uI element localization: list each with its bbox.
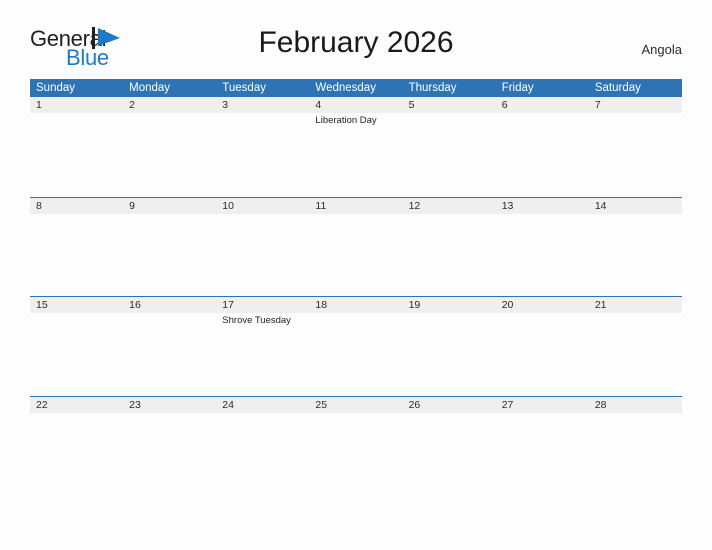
day-number[interactable]: 27 <box>496 397 589 413</box>
day-number[interactable]: 4 <box>309 97 402 113</box>
day-event-band <box>30 214 682 296</box>
day-cell[interactable] <box>30 214 123 296</box>
day-number[interactable]: 10 <box>216 198 309 214</box>
calendar-week-row: 22 23 24 25 26 27 28 <box>30 395 682 496</box>
day-cell[interactable] <box>589 413 682 495</box>
day-cell[interactable] <box>309 413 402 495</box>
calendar-grid: Sunday Monday Tuesday Wednesday Thursday… <box>30 79 682 495</box>
day-cell[interactable] <box>496 413 589 495</box>
weekday-header-row: Sunday Monday Tuesday Wednesday Thursday… <box>30 79 682 97</box>
day-number[interactable]: 6 <box>496 97 589 113</box>
day-number[interactable]: 2 <box>123 97 216 113</box>
page-header: General Blue February 2026 Angola <box>0 0 712 70</box>
day-cell[interactable] <box>123 214 216 296</box>
day-event: Shrove Tuesday <box>222 315 291 327</box>
day-cell[interactable] <box>403 214 496 296</box>
weekday-sunday: Sunday <box>36 82 76 94</box>
day-number-band: 1234567 <box>30 97 682 113</box>
day-number[interactable]: 18 <box>309 297 402 313</box>
day-number[interactable]: 26 <box>403 397 496 413</box>
day-cell[interactable] <box>123 313 216 395</box>
day-number[interactable]: 16 <box>123 297 216 313</box>
day-cell[interactable] <box>589 113 682 195</box>
day-number[interactable]: 14 <box>589 198 682 214</box>
weekday-wednesday: Wednesday <box>315 82 376 94</box>
day-cell[interactable]: Liberation Day <box>309 113 402 195</box>
day-number-band: 15 16 17 18 19 20 21 <box>30 297 682 314</box>
day-number[interactable]: 25 <box>309 397 402 413</box>
region-label: Angola <box>641 42 682 57</box>
day-number[interactable]: 23 <box>123 397 216 413</box>
day-cell[interactable] <box>216 413 309 495</box>
day-cell[interactable] <box>403 113 496 195</box>
day-number[interactable]: 3 <box>216 97 309 113</box>
day-number[interactable]: 9 <box>123 198 216 214</box>
day-number[interactable]: 5 <box>403 97 496 113</box>
day-number[interactable]: 19 <box>403 297 496 313</box>
day-number-band: 8 9 10 11 12 13 14 <box>30 197 682 214</box>
day-cell[interactable] <box>496 214 589 296</box>
day-cell[interactable] <box>403 413 496 495</box>
day-number[interactable]: 15 <box>30 297 123 313</box>
weekday-tuesday: Tuesday <box>222 82 266 94</box>
day-number[interactable]: 24 <box>216 397 309 413</box>
day-cell[interactable] <box>309 313 402 395</box>
day-number[interactable]: 22 <box>30 397 123 413</box>
day-number[interactable]: 21 <box>589 297 682 313</box>
day-number[interactable]: 20 <box>496 297 589 313</box>
day-event-band: Shrove Tuesday <box>30 313 682 395</box>
day-event: Liberation Day <box>315 115 377 126</box>
day-cell[interactable] <box>309 214 402 296</box>
calendar-week-row: 1 2 3 4 5 6 7 Liberation Day <box>30 97 682 197</box>
page-title: February 2026 <box>258 26 454 59</box>
calendar-page: General Blue February 2026 Angola Sunday… <box>0 0 712 550</box>
day-cell[interactable] <box>403 313 496 395</box>
weekday-friday: Friday <box>501 82 534 94</box>
day-number[interactable]: 7 <box>589 97 682 113</box>
day-number[interactable]: 8 <box>30 198 123 214</box>
weekday-saturday: Saturday <box>594 82 641 94</box>
calendar-weeks: 1 2 3 4 5 6 7 Liberation Day 8 9 10 11 12 13 14 15 16 17 1… <box>30 97 682 495</box>
day-event-band <box>30 413 682 495</box>
day-cell[interactable] <box>123 413 216 495</box>
day-cell[interactable] <box>589 313 682 395</box>
day-cell[interactable] <box>30 413 123 495</box>
weekday-thursday: Thursday <box>408 82 457 94</box>
day-cell[interactable] <box>30 113 123 195</box>
day-cell[interactable] <box>589 214 682 296</box>
calendar-week-row: 15 16 17 18 19 20 21 Shrove Tuesday <box>30 296 682 396</box>
day-cell[interactable]: Shrove Tuesday <box>216 313 309 395</box>
day-number-band: 22 23 24 25 26 27 28 <box>30 396 682 413</box>
day-cell[interactable] <box>123 113 216 195</box>
day-cell[interactable] <box>216 113 309 195</box>
day-cell[interactable] <box>496 313 589 395</box>
day-cell[interactable] <box>496 113 589 195</box>
day-number[interactable]: 1 <box>30 97 123 113</box>
day-cell[interactable] <box>216 214 309 296</box>
day-cell[interactable] <box>30 313 123 395</box>
day-number[interactable]: 17 <box>216 297 309 313</box>
day-number[interactable]: 12 <box>403 198 496 214</box>
day-number[interactable]: 13 <box>496 198 589 214</box>
day-event-band: Liberation Day <box>30 113 682 195</box>
day-number[interactable]: 28 <box>589 397 682 413</box>
weekday-monday: Monday <box>129 82 171 94</box>
day-number[interactable]: 11 <box>309 198 402 214</box>
calendar-week-row: 8 9 10 11 12 13 14 <box>30 196 682 297</box>
